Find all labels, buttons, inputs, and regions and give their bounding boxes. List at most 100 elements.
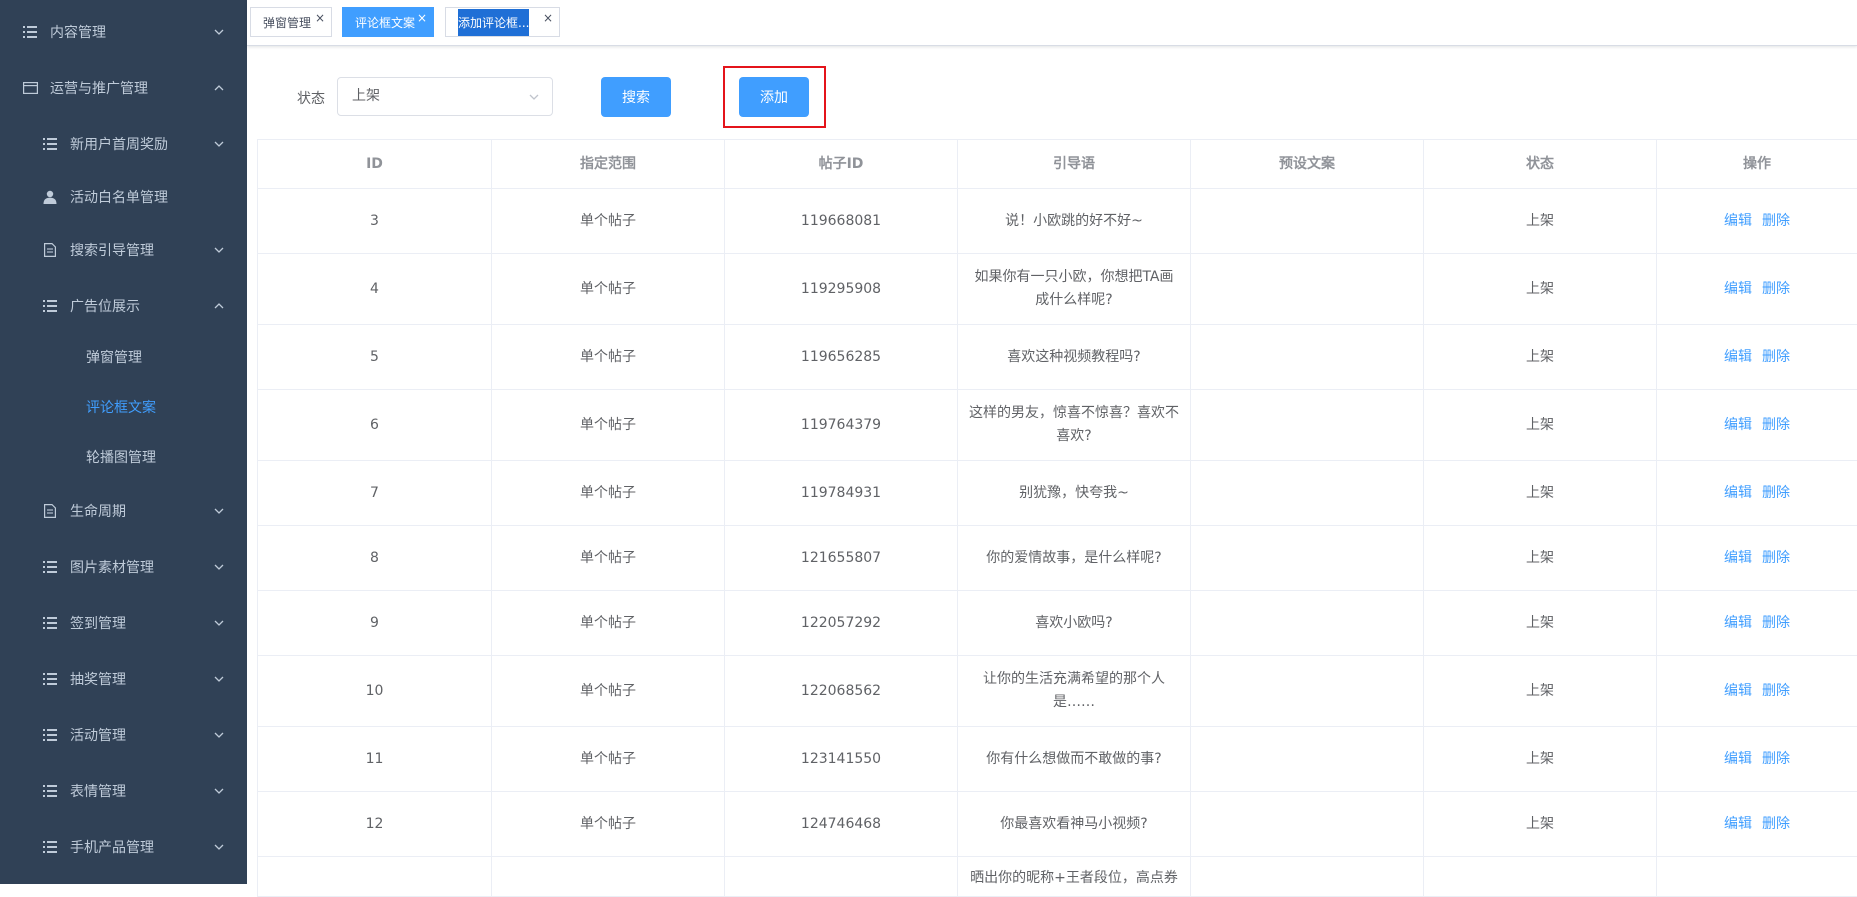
chevron-down-icon: [213, 244, 225, 256]
edit-link[interactable]: 编辑: [1724, 417, 1752, 433]
delete-link[interactable]: 删除: [1762, 751, 1790, 767]
sidebar-item-search-guide[interactable]: 搜索引导管理: [0, 222, 247, 278]
sidebar-item-lifecycle[interactable]: 生命周期: [0, 483, 247, 539]
window-icon: [22, 80, 38, 96]
cell-actions: 编辑删除: [1657, 325, 1857, 390]
cell-actions: 编辑删除: [1657, 591, 1857, 656]
sidebar-item-label: 评论框文案: [86, 397, 156, 417]
delete-link[interactable]: 删除: [1762, 281, 1790, 297]
chevron-down-icon: [213, 138, 225, 150]
chevron-down-icon: [213, 673, 225, 685]
sidebar-item-checkin[interactable]: 签到管理: [0, 595, 247, 651]
cell-post-id: 122068562: [725, 656, 958, 727]
cell-status: 上架: [1424, 656, 1657, 727]
edit-link[interactable]: 编辑: [1724, 550, 1752, 566]
comment-copy-table: ID 指定范围 帖子ID 引导语 预设文案 状态 操作 3 单个帖子 11966…: [257, 139, 1857, 897]
cell-id: 10: [258, 656, 492, 727]
cell-guide: 说！小欧跳的好不好~: [958, 189, 1191, 254]
edit-link[interactable]: 编辑: [1724, 349, 1752, 365]
close-icon[interactable]: ×: [315, 12, 325, 24]
table-row: 10 单个帖子 122068562 让你的生活充满希望的那个人是…… 上架 编辑…: [258, 656, 1857, 727]
sidebar-item-label: 弹窗管理: [86, 347, 142, 367]
cell-status: 上架: [1424, 254, 1657, 325]
list-icon: [42, 615, 58, 631]
sidebar-item-carousel[interactable]: 轮播图管理: [0, 432, 247, 482]
chevron-up-icon: [213, 300, 225, 312]
cell-preset: [1191, 591, 1424, 656]
sidebar-item-content[interactable]: 内容管理: [0, 4, 247, 60]
cell-actions: 编辑删除: [1657, 656, 1857, 727]
cell-id: 12: [258, 792, 492, 857]
edit-link[interactable]: 编辑: [1724, 751, 1752, 767]
cell-actions: 编辑删除: [1657, 461, 1857, 526]
status-select[interactable]: 上架: [337, 77, 553, 116]
document-icon: [42, 503, 58, 519]
sidebar-item-phone-products[interactable]: 手机产品管理: [0, 819, 247, 875]
cell-post-id: 119295908: [725, 254, 958, 325]
cell-guide: 喜欢这种视频教程吗?: [958, 325, 1191, 390]
edit-link[interactable]: 编辑: [1724, 816, 1752, 832]
cell-preset: [1191, 189, 1424, 254]
sidebar-item-comment-copy[interactable]: 评论框文案: [0, 382, 247, 432]
sidebar-item-operations[interactable]: 运营与推广管理: [0, 60, 247, 116]
sidebar-item-activity[interactable]: 活动管理: [0, 707, 247, 763]
delete-link[interactable]: 删除: [1762, 485, 1790, 501]
chevron-down-icon: [213, 617, 225, 629]
user-icon: [42, 189, 58, 205]
cell-scope: 单个帖子: [492, 390, 725, 461]
cell-post-id: 119656285: [725, 325, 958, 390]
cell-preset: [1191, 727, 1424, 792]
table-row: 9 单个帖子 122057292 喜欢小欧吗? 上架 编辑删除: [258, 591, 1857, 656]
sidebar-item-emoji[interactable]: 表情管理: [0, 763, 247, 819]
delete-link[interactable]: 删除: [1762, 417, 1790, 433]
edit-link[interactable]: 编辑: [1724, 615, 1752, 631]
document-icon: [42, 242, 58, 258]
sidebar-item-lottery[interactable]: 抽奖管理: [0, 651, 247, 707]
tag-add-comment[interactable]: 添加评论框... ×: [445, 7, 560, 37]
add-button-highlight: [723, 66, 826, 128]
cell-guide: 你有什么想做而不敢做的事?: [958, 727, 1191, 792]
delete-link[interactable]: 删除: [1762, 683, 1790, 699]
edit-link[interactable]: 编辑: [1724, 213, 1752, 229]
edit-link[interactable]: 编辑: [1724, 485, 1752, 501]
tag-comment-copy[interactable]: 评论框文案 ×: [342, 7, 434, 37]
sidebar-item-label: 签到管理: [70, 613, 126, 633]
sidebar-item-popup[interactable]: 弹窗管理: [0, 332, 247, 382]
table-row: 3 单个帖子 119668081 说！小欧跳的好不好~ 上架 编辑删除: [258, 189, 1857, 254]
chevron-down-icon: [213, 841, 225, 853]
sidebar-item-whitelist[interactable]: 活动白名单管理: [0, 169, 247, 225]
delete-link[interactable]: 删除: [1762, 816, 1790, 832]
sidebar-item-ad-display[interactable]: 广告位展示: [0, 278, 247, 334]
cell-post-id: 119764379: [725, 390, 958, 461]
close-icon[interactable]: ×: [543, 12, 553, 24]
cell-post-id: 122057292: [725, 591, 958, 656]
close-icon[interactable]: ×: [417, 12, 427, 24]
edit-link[interactable]: 编辑: [1724, 683, 1752, 699]
chevron-down-icon: [213, 785, 225, 797]
tag-label: 添加评论框...: [458, 9, 529, 36]
cell-guide: 这样的男友，惊喜不惊喜？喜欢不喜欢?: [958, 390, 1191, 461]
tag-popup[interactable]: 弹窗管理 ×: [250, 7, 332, 37]
sidebar-item-label: 轮播图管理: [86, 447, 156, 467]
cell-preset: [1191, 526, 1424, 591]
table-header-row: ID 指定范围 帖子ID 引导语 预设文案 状态 操作: [258, 140, 1857, 189]
column-header-actions: 操作: [1657, 140, 1857, 189]
delete-link[interactable]: 删除: [1762, 213, 1790, 229]
cell-post-id: 119784931: [725, 461, 958, 526]
cell-scope: 单个帖子: [492, 325, 725, 390]
delete-link[interactable]: 删除: [1762, 550, 1790, 566]
sidebar-item-label: 活动管理: [70, 725, 126, 745]
sidebar-item-new-user-reward[interactable]: 新用户首周奖励: [0, 116, 247, 172]
delete-link[interactable]: 删除: [1762, 615, 1790, 631]
sidebar-item-label: 活动白名单管理: [70, 187, 168, 207]
table-row: 7 单个帖子 119784931 别犹豫，快夸我~ 上架 编辑删除: [258, 461, 1857, 526]
list-icon: [42, 671, 58, 687]
search-button[interactable]: 搜索: [601, 77, 671, 117]
cell-status: 上架: [1424, 390, 1657, 461]
column-header-post-id: 帖子ID: [725, 140, 958, 189]
edit-link[interactable]: 编辑: [1724, 281, 1752, 297]
delete-link[interactable]: 删除: [1762, 349, 1790, 365]
sidebar-item-image-assets[interactable]: 图片素材管理: [0, 539, 247, 595]
cell-guide: 别犹豫，快夸我~: [958, 461, 1191, 526]
sidebar-item-label: 运营与推广管理: [50, 78, 148, 98]
